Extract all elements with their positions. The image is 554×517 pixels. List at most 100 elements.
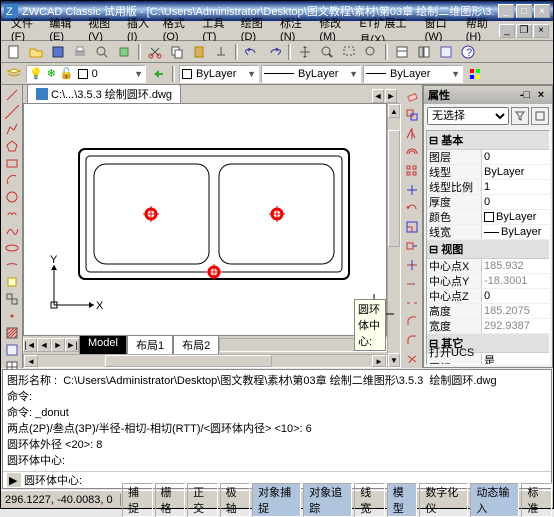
arc-tool[interactable]	[3, 172, 21, 188]
layout-tab-布局2[interactable]: 布局2	[173, 335, 219, 355]
publish-button[interactable]	[114, 43, 134, 61]
prop-row[interactable]: 高度185.2075	[427, 304, 549, 319]
mdi-restore-button[interactable]: ❐	[516, 24, 532, 38]
quick-select-button[interactable]	[511, 107, 529, 125]
status-极轴[interactable]: 极轴	[220, 483, 251, 517]
hatch-tool[interactable]	[3, 325, 21, 341]
status-栅格[interactable]: 栅格	[155, 483, 186, 517]
rectangle-tool[interactable]	[3, 155, 21, 171]
preview-button[interactable]	[92, 43, 112, 61]
prop-row[interactable]: 线型ByLayer	[427, 165, 549, 180]
xline-tool[interactable]	[3, 104, 21, 120]
prop-row[interactable]: 打开UCS图标是	[427, 353, 549, 365]
zoom-prev-button[interactable]	[361, 43, 381, 61]
erase-tool[interactable]	[403, 87, 421, 105]
ellipse-arc-tool[interactable]	[3, 257, 21, 273]
scroll-right-button[interactable]: ►	[372, 355, 386, 367]
prop-row[interactable]: 中心点X185.932	[427, 259, 549, 274]
insert-tool[interactable]	[3, 274, 21, 290]
circle-tool[interactable]	[3, 189, 21, 205]
panel-close-button[interactable]: ×	[534, 88, 548, 102]
palette-button[interactable]	[436, 43, 456, 61]
prop-row[interactable]: 厚度0	[427, 195, 549, 210]
mdi-close-button[interactable]: ×	[533, 24, 549, 38]
pan-button[interactable]	[295, 43, 315, 61]
properties-tree[interactable]: ⊟ 基本图层0线型ByLayer线型比例1厚度0颜色ByLayer线宽ByLay…	[426, 130, 550, 365]
status-对象追踪[interactable]: 对象追踪	[303, 483, 352, 517]
polygon-tool[interactable]	[3, 138, 21, 154]
region-tool[interactable]	[3, 342, 21, 358]
hscroll-thumb[interactable]	[105, 355, 272, 367]
layout-prev-button[interactable]: ◄	[37, 338, 51, 352]
tab-prev-button[interactable]: ◄	[372, 89, 384, 103]
offset-tool[interactable]	[403, 143, 421, 161]
copy-tool[interactable]	[403, 106, 421, 124]
color-select[interactable]: ByLayer▼	[179, 65, 259, 83]
point-tool[interactable]	[3, 308, 21, 324]
scroll-down-button[interactable]: ▼	[388, 353, 400, 367]
linetype-select[interactable]: ByLayer▼	[261, 65, 361, 83]
layout-tab-Model[interactable]: Model	[79, 335, 127, 355]
prop-row[interactable]: 颜色ByLayer	[427, 210, 549, 225]
revcloud-tool[interactable]	[3, 206, 21, 222]
prop-row[interactable]: 宽度292.9387	[427, 319, 549, 334]
vertical-scrollbar[interactable]: ▲ ▼	[387, 103, 401, 368]
line-tool[interactable]	[3, 87, 21, 103]
copy-button[interactable]	[167, 43, 187, 61]
status-正交[interactable]: 正交	[187, 483, 218, 517]
prop-row[interactable]: 图层0	[427, 150, 549, 165]
open-button[interactable]	[26, 43, 46, 61]
extend-tool[interactable]	[403, 275, 421, 293]
explode-tool[interactable]	[403, 350, 421, 368]
paste-button[interactable]	[189, 43, 209, 61]
trim-tool[interactable]	[403, 256, 421, 274]
break-tool[interactable]	[403, 294, 421, 312]
pickadd-button[interactable]	[531, 107, 549, 125]
close-button[interactable]: ×	[534, 4, 550, 18]
status-数字化仪[interactable]: 数字化仪	[419, 483, 468, 517]
status-模型[interactable]: 模型	[387, 483, 418, 517]
properties-button[interactable]	[392, 43, 412, 61]
mirror-tool[interactable]	[403, 125, 421, 143]
lineweight-select[interactable]: ByLayer▼	[363, 65, 463, 83]
pline-tool[interactable]	[3, 121, 21, 137]
mdi-minimize-button[interactable]: _	[499, 24, 515, 38]
panel-pin-button[interactable]: -□	[518, 88, 532, 102]
prop-row[interactable]: 中心点Z0	[427, 289, 549, 304]
layer-manager-button[interactable]	[4, 65, 24, 83]
scroll-left-button[interactable]: ◄	[24, 355, 38, 367]
layout-first-button[interactable]: |◄	[23, 338, 37, 352]
help-button[interactable]: ?	[458, 43, 478, 61]
new-button[interactable]	[4, 43, 24, 61]
block-tool[interactable]	[3, 291, 21, 307]
cut-button[interactable]	[145, 43, 165, 61]
chamfer-tool[interactable]	[403, 313, 421, 331]
vscroll-thumb[interactable]	[388, 130, 400, 248]
status-标准[interactable]: 标准	[521, 483, 552, 517]
redo-button[interactable]	[264, 43, 284, 61]
prop-category[interactable]: ⊟ 视图	[427, 240, 549, 259]
scroll-up-button[interactable]: ▲	[388, 104, 400, 118]
stretch-tool[interactable]	[403, 237, 421, 255]
document-tab[interactable]: C:\...\3.5.3 绘制圆环.dwg	[27, 84, 181, 103]
status-动态输入[interactable]: 动态输入	[470, 483, 519, 517]
save-button[interactable]	[48, 43, 68, 61]
prop-row[interactable]: 中心点Y-18.3001	[427, 274, 549, 289]
match-button[interactable]	[211, 43, 231, 61]
prop-category[interactable]: ⊟ 基本	[427, 131, 549, 150]
zoom-button[interactable]	[317, 43, 337, 61]
selection-dropdown[interactable]: 无选择	[427, 107, 509, 125]
coordinate-display[interactable]: 296.1227, -40.0083, 0	[1, 494, 121, 506]
ellipse-tool[interactable]	[3, 240, 21, 256]
status-对象捕捉[interactable]: 对象捕捉	[252, 483, 301, 517]
tab-next-button[interactable]: ►	[385, 89, 397, 103]
layer-select[interactable]: 💡 ❄ 🔓 0 ▼	[26, 65, 146, 83]
print-button[interactable]	[70, 43, 90, 61]
layer-prev-button[interactable]	[148, 65, 168, 83]
fillet-tool[interactable]	[403, 331, 421, 349]
array-tool[interactable]	[403, 162, 421, 180]
rotate-tool[interactable]	[403, 200, 421, 218]
scale-tool[interactable]	[403, 219, 421, 237]
design-center-button[interactable]	[414, 43, 434, 61]
undo-button[interactable]	[242, 43, 262, 61]
